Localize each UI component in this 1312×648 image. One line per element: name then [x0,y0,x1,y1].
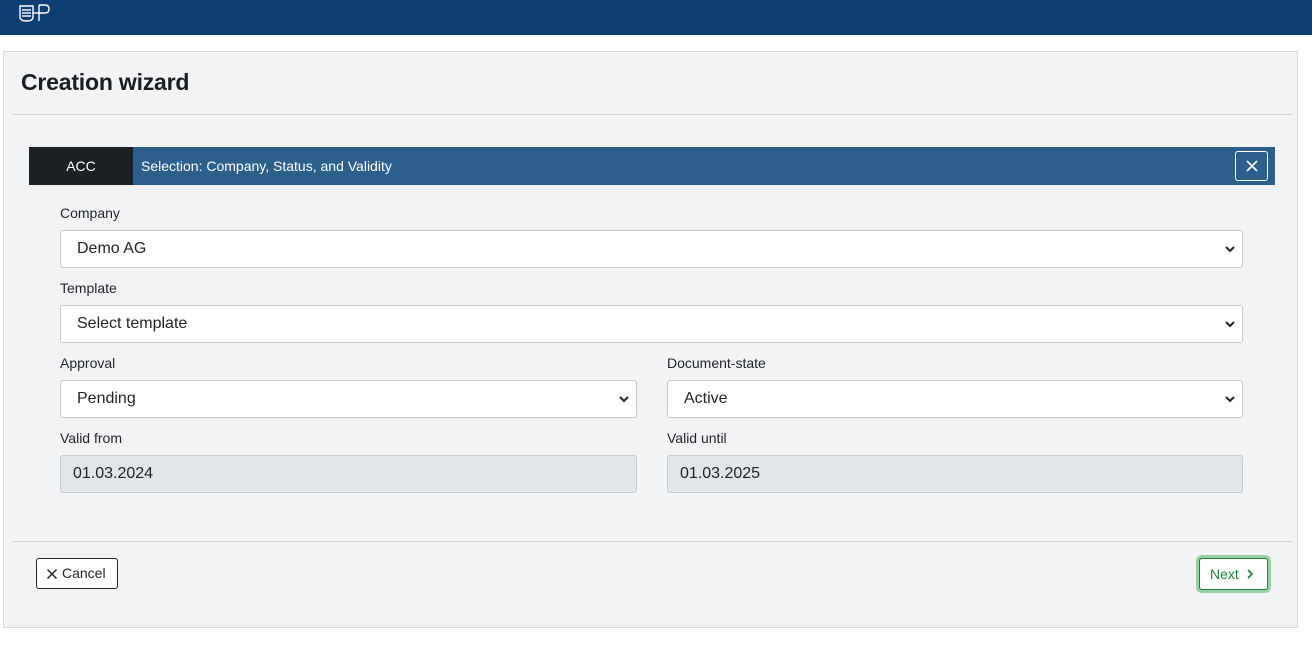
approval-select[interactable]: Pending [60,380,637,418]
close-icon [1245,160,1258,172]
valid-from-label: Valid from [60,430,122,446]
chevron-down-icon [1224,306,1236,342]
document-state-label: Document-state [667,355,766,371]
step-title: Selection: Company, Status, and Validity [141,158,392,174]
chevron-down-icon [1224,381,1236,417]
cancel-button[interactable]: Cancel [36,558,118,589]
chevron-down-icon [1224,231,1236,267]
wizard-card: Creation wizard ACC Selection: Company, … [3,51,1298,628]
company-select-value: Demo AG [77,240,147,257]
document-state-select[interactable]: Active [667,380,1243,418]
next-button-label: Next [1210,566,1239,582]
next-button[interactable]: Next [1199,558,1268,590]
chevron-down-icon [618,381,630,417]
valid-from-field: 01.03.2024 [60,455,637,493]
step-code-badge: ACC [29,147,133,185]
company-label: Company [60,205,120,221]
chevron-right-icon [1247,569,1253,579]
close-icon [46,568,58,579]
close-step-button[interactable] [1235,151,1268,181]
valid-until-field: 01.03.2025 [667,455,1243,493]
page-title: Creation wizard [21,69,190,95]
approval-select-value: Pending [77,390,136,407]
company-select[interactable]: Demo AG [60,230,1243,268]
app-logo[interactable] [18,3,52,23]
header-divider [13,114,1292,115]
template-select[interactable]: Select template [60,305,1243,343]
template-select-value: Select template [77,315,188,332]
step-header: ACC Selection: Company, Status, and Vali… [29,147,1275,185]
valid-until-label: Valid until [667,430,727,446]
footer-divider [13,541,1292,542]
document-state-select-value: Active [684,390,728,407]
template-label: Template [60,280,117,296]
approval-label: Approval [60,355,116,371]
cancel-button-label: Cancel [62,565,106,581]
top-navbar [0,0,1312,35]
